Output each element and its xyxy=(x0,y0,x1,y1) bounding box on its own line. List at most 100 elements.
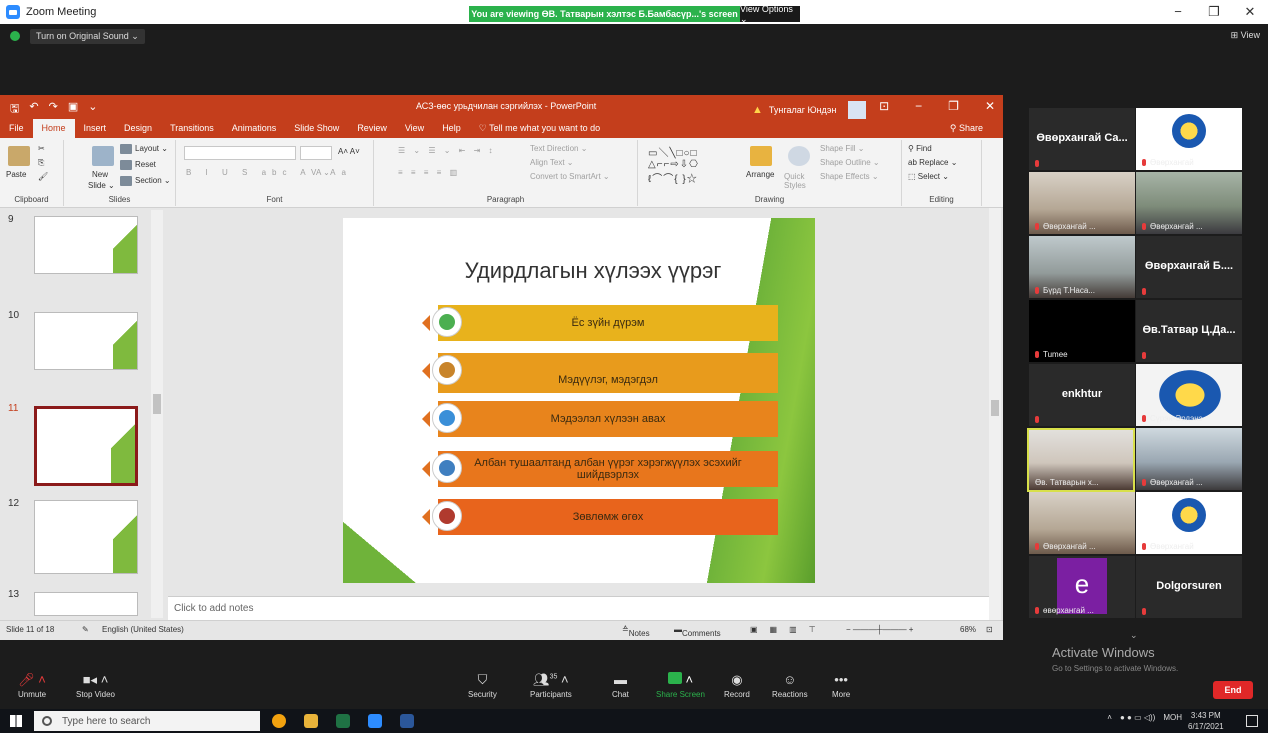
undo-icon[interactable]: ↶ xyxy=(29,100,38,119)
zoom-slider[interactable]: − ———┼——— + xyxy=(846,625,913,634)
quick-styles-icon[interactable] xyxy=(788,146,810,166)
tray-chevron-icon[interactable]: ˄ xyxy=(1107,713,1112,722)
zoom-level[interactable]: 68% xyxy=(960,625,976,634)
restore-icon[interactable]: ❐ xyxy=(1196,0,1232,24)
participant-tile[interactable]: Сүрэн-Эрдэнэ xyxy=(1136,364,1242,426)
ppt-close-icon[interactable]: ✕ xyxy=(985,99,995,113)
chat-button[interactable]: ▬ Chat xyxy=(612,672,629,699)
excel-icon[interactable] xyxy=(336,714,350,728)
stop-video-button[interactable]: ■◂ ˄ Stop Video xyxy=(76,672,115,699)
layout-button[interactable]: Layout ⌄ xyxy=(120,144,168,154)
record-button[interactable]: ◉ Record xyxy=(724,672,750,699)
minimize-icon[interactable]: − xyxy=(1160,0,1196,24)
slide-thumbnail-9[interactable] xyxy=(34,216,138,274)
share-screen-button[interactable]: ˄ Share Screen xyxy=(656,672,705,699)
more-button[interactable]: ••• More xyxy=(832,672,850,699)
participants-button[interactable]: 👥︎35 ˄ Participants xyxy=(530,672,572,699)
cut-icon[interactable]: ✂ xyxy=(38,144,45,153)
tab-transitions[interactable]: Transitions xyxy=(161,119,223,138)
align-text-button[interactable]: Align Text ⌄ xyxy=(530,158,573,167)
gallery-scroll-down-icon[interactable]: ⌄ xyxy=(1130,630,1138,641)
participant-tile[interactable]: Өвөрхангай xyxy=(1136,108,1242,170)
slide-scrollbar[interactable] xyxy=(989,208,1001,620)
view-options-button[interactable]: View Options ⌄ xyxy=(740,4,800,24)
notes-pane[interactable]: Click to add notes xyxy=(168,596,989,620)
font-color-icon[interactable]: A ⌄ xyxy=(316,168,330,177)
clock[interactable]: 3:43 PM 6/17/2021 xyxy=(1188,710,1224,732)
text-direction-button[interactable]: Text Direction ⌄ xyxy=(530,144,587,153)
close-icon[interactable]: ✕ xyxy=(1232,0,1268,24)
convert-smartart-button[interactable]: Convert to SmartArt ⌄ xyxy=(530,172,610,181)
original-sound-button[interactable]: Turn on Original Sound ⌄ xyxy=(30,28,145,44)
view-button[interactable]: ⊞ View xyxy=(1231,30,1260,41)
present-icon[interactable]: ▣ xyxy=(68,100,78,119)
participant-tile[interactable]: Dolgorsuren xyxy=(1136,556,1242,618)
taskbar-search[interactable]: Type here to search xyxy=(34,711,260,731)
participant-tile[interactable]: Өвөрхангай ... xyxy=(1136,428,1242,490)
participant-tile[interactable]: Өв.Татвар Ц.Да... xyxy=(1136,300,1242,362)
slide-title[interactable]: Удирдлагын хүлээх үүрэг xyxy=(443,258,743,284)
slide-item-5[interactable]: Зөвлөмж өгөх xyxy=(422,499,778,535)
thumbnails-scrollbar[interactable] xyxy=(151,210,163,618)
section-button[interactable]: Section ⌄ xyxy=(120,176,171,186)
word-icon[interactable] xyxy=(400,714,414,728)
slide-item-1[interactable]: Ёс зүйн дүрэм xyxy=(422,305,778,341)
font-name-input[interactable] xyxy=(184,146,296,160)
align-buttons[interactable]: ≡ ≡ ≡ ≡ ▥ xyxy=(398,168,460,177)
participant-tile[interactable]: Бүрд Т.Наса... xyxy=(1029,236,1135,298)
font-size-input[interactable] xyxy=(300,146,332,160)
chrome-icon[interactable] xyxy=(272,714,286,728)
format-painter-icon[interactable]: 🖌 xyxy=(38,172,48,181)
new-slide-dropdown[interactable]: Slide ⌄ xyxy=(88,181,115,190)
select-button[interactable]: ⬚ Select ⌄ xyxy=(908,172,949,181)
shape-effects-button[interactable]: Shape Effects ⌄ xyxy=(820,172,879,181)
participant-tile[interactable]: Өвөрхангай Са... xyxy=(1029,108,1135,170)
ribbon-display-icon[interactable]: ⊡ xyxy=(879,99,889,113)
ppt-restore-icon[interactable]: ❐ xyxy=(948,99,959,113)
reactions-button[interactable]: ☺ Reactions xyxy=(772,672,808,699)
notes-button[interactable]: ≙ Notes xyxy=(622,625,650,638)
participant-tile[interactable]: Өвөрхангай ... xyxy=(1136,172,1242,234)
tab-slide-show[interactable]: Slide Show xyxy=(285,119,348,138)
participant-tile[interactable]: Tumee xyxy=(1029,300,1135,362)
participant-tile[interactable]: e өвөрхангай ... xyxy=(1029,556,1135,618)
participant-tile[interactable]: Өвөрхангай xyxy=(1136,492,1242,554)
security-button[interactable]: ⛉ Security xyxy=(468,672,497,699)
language-status[interactable]: English (United States) xyxy=(102,625,184,634)
spellcheck-icon[interactable]: ✎ xyxy=(82,625,89,634)
notification-icon[interactable] xyxy=(1246,715,1258,727)
tray-app-icons[interactable]: ● ● ▭ ◁)) xyxy=(1120,713,1155,722)
tab-review[interactable]: Review xyxy=(348,119,396,138)
participant-tile-active-speaker[interactable]: Өв. Татварын х... xyxy=(1027,428,1135,492)
arrange-icon[interactable] xyxy=(750,146,772,166)
slide-canvas[interactable]: Удирдлагын хүлээх үүрэг Ёс зүйн дүрэм Мэ… xyxy=(343,218,815,583)
tab-animations[interactable]: Animations xyxy=(223,119,286,138)
customize-qat-icon[interactable]: ⌄ xyxy=(88,100,97,119)
slide-item-3[interactable]: Мэдээлэл хүлээн авах xyxy=(422,401,778,437)
shapes-gallery[interactable]: ▭＼╲□○□ △⌐⌐⇨⇩⎔ ℓ⌒⌒{ }☆ xyxy=(648,144,699,185)
end-meeting-button[interactable]: End xyxy=(1213,681,1253,699)
participant-tile[interactable]: enkhtur xyxy=(1029,364,1135,426)
paste-button[interactable]: Paste xyxy=(6,170,26,179)
tab-view[interactable]: View xyxy=(396,119,433,138)
slide-thumbnail-10[interactable] xyxy=(34,312,138,370)
input-language[interactable]: МОН xyxy=(1163,713,1182,722)
tab-help[interactable]: Help xyxy=(433,119,470,138)
slide-item-4[interactable]: Албан тушаалтанд албан үүрэг хэрэгжүүлэх… xyxy=(422,451,778,487)
view-buttons[interactable]: ▣▦▥⊤ xyxy=(750,625,828,634)
comments-button[interactable]: ▬ Comments xyxy=(674,625,721,638)
shape-outline-button[interactable]: Shape Outline ⌄ xyxy=(820,158,880,167)
share-button[interactable]: ⚲ Share xyxy=(950,123,983,134)
slide-thumbnail-13[interactable] xyxy=(34,592,138,616)
list-buttons[interactable]: ☰ ⌄ ☰ ⌄ ⇤ ⇥ ↕ xyxy=(398,146,496,155)
tab-file[interactable]: File xyxy=(0,119,33,138)
shape-fill-button[interactable]: Shape Fill ⌄ xyxy=(820,144,865,153)
arrange-button[interactable]: Arrange xyxy=(746,170,774,179)
participant-tile[interactable]: Өвөрхангай ... xyxy=(1029,172,1135,234)
zoom-taskbar-icon[interactable] xyxy=(368,714,382,728)
font-grow-icon[interactable]: A˄ A˅ xyxy=(338,147,360,156)
windows-start-icon[interactable] xyxy=(10,715,22,727)
slide-thumbnail-12[interactable] xyxy=(34,500,138,574)
copy-icon[interactable]: ⎘ xyxy=(38,158,44,168)
fit-slide-icon[interactable]: ⊡ xyxy=(986,625,993,634)
